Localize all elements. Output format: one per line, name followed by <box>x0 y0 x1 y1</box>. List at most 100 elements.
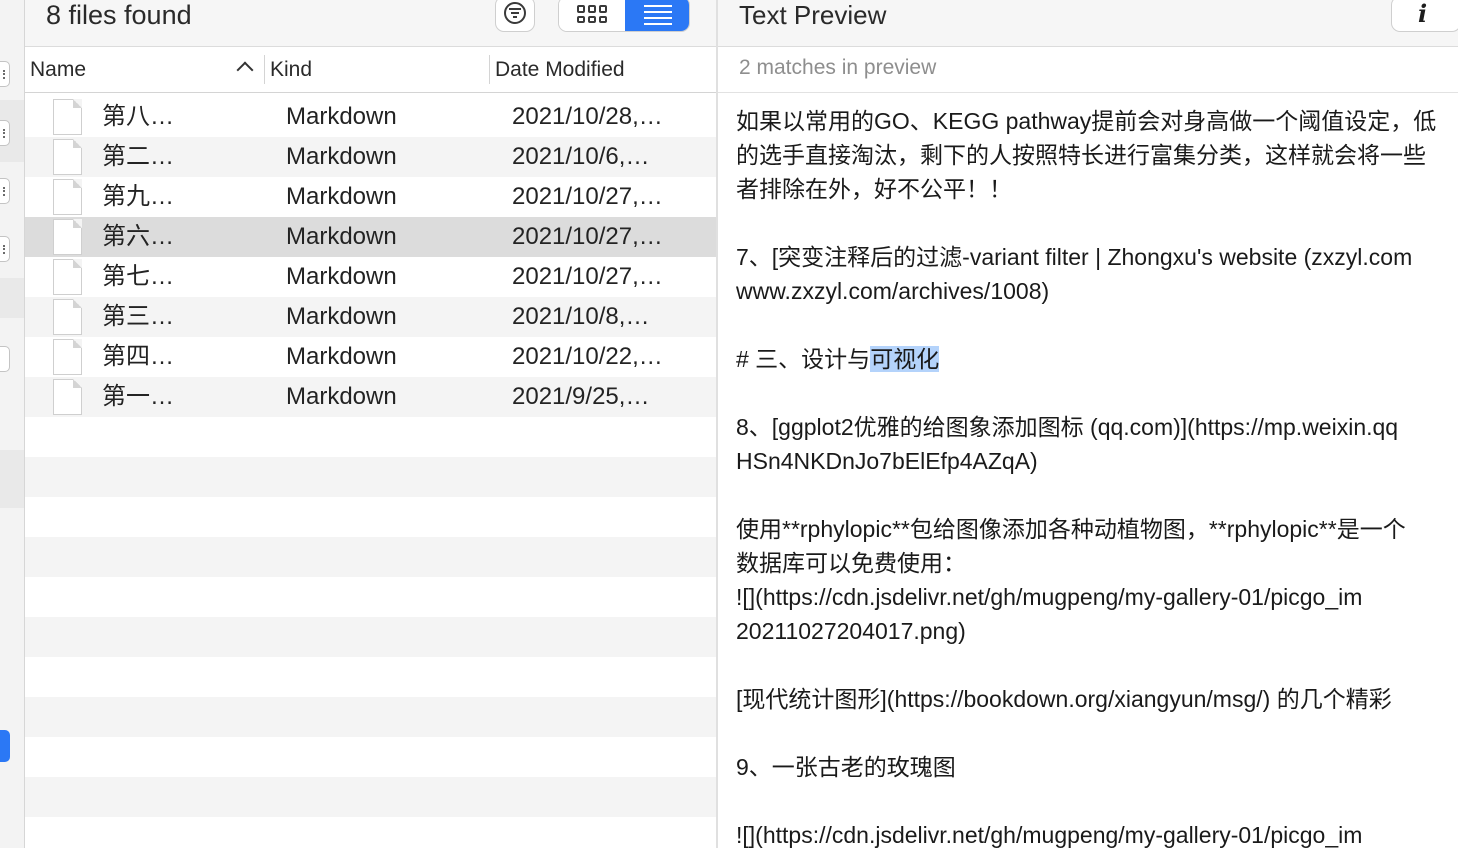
file-name: 第一… <box>102 383 174 410</box>
empty-row <box>25 817 717 848</box>
files-found-count: 8 files found <box>46 0 192 30</box>
file-date-modified: 2021/10/27,… <box>512 263 663 290</box>
preview-line: ![](https://cdn.jsdelivr.net/gh/mugpeng/… <box>736 584 1363 610</box>
match-count: 2 matches in preview <box>739 56 937 79</box>
file-date-modified: 2021/10/22,… <box>512 343 663 370</box>
sidebar-toggle-button[interactable] <box>0 61 10 87</box>
sidebar-toggle-button[interactable] <box>0 120 10 146</box>
preview-heading-line: # 三、设计与可视化 <box>736 342 1458 376</box>
preview-toolbar: Text Preview i <box>718 0 1458 47</box>
column-header-name[interactable]: Name <box>30 47 230 92</box>
file-row-selected[interactable]: 第六… Markdown 2021/10/27,… <box>25 217 717 257</box>
markdown-document-icon <box>53 219 82 255</box>
preview-line: 9、一张古老的玫瑰图 <box>736 754 956 780</box>
preview-line: [现代统计图形](https://bookdown.org/xiangyun/m… <box>736 686 1392 712</box>
file-row[interactable]: 第四… Markdown 2021/10/22,… <box>25 337 717 377</box>
list-view-button[interactable] <box>625 0 689 31</box>
file-kind: Markdown <box>286 263 397 290</box>
file-name: 第八… <box>102 103 174 130</box>
sidebar-band <box>0 450 24 508</box>
preview-line: 数据库可以免费使用： <box>736 550 966 576</box>
file-name: 第二… <box>102 143 174 170</box>
column-header-date-modified[interactable]: Date Modified <box>495 47 715 92</box>
match-bar: 2 matches in preview <box>718 47 1458 93</box>
preview-line: 如果以常用的GO、KEGG pathway提前会对身高做一个阈值设定，低 <box>736 108 1437 134</box>
preview-line: www.zxzyl.com/archives/1008) <box>736 278 1050 304</box>
left-sidebar-strip <box>0 0 25 848</box>
file-row[interactable]: 第七… Markdown 2021/10/27,… <box>25 257 717 297</box>
column-header-kind[interactable]: Kind <box>270 47 470 92</box>
markdown-document-icon <box>53 179 82 215</box>
file-date-modified: 2021/10/6,… <box>512 143 650 170</box>
file-row[interactable]: 第三… Markdown 2021/10/8,… <box>25 297 717 337</box>
preview-text[interactable]: 如果以常用的GO、KEGG pathway提前会对身高做一个阈值设定，低 的选手… <box>736 104 1458 848</box>
file-date-modified: 2021/10/27,… <box>512 223 663 250</box>
preview-line: 7、[突变注释后的过滤-variant filter | Zhongxu's w… <box>736 244 1413 270</box>
markdown-document-icon <box>53 299 82 335</box>
file-name: 第四… <box>102 343 174 370</box>
markdown-document-icon <box>53 379 82 415</box>
column-divider[interactable] <box>264 55 265 84</box>
icon-grid-view-icon <box>577 5 607 23</box>
file-kind: Markdown <box>286 343 397 370</box>
file-name: 第六… <box>102 223 174 250</box>
file-row[interactable]: 第二… Markdown 2021/10/6,… <box>25 137 717 177</box>
column-divider[interactable] <box>489 55 490 84</box>
file-name: 第三… <box>102 303 174 330</box>
file-kind: Markdown <box>286 103 397 130</box>
markdown-document-icon <box>53 259 82 295</box>
empty-row <box>25 697 717 737</box>
sort-ascending-chevron-icon[interactable] <box>236 61 254 79</box>
filter-button[interactable] <box>495 0 535 32</box>
markdown-document-icon <box>53 339 82 375</box>
empty-row <box>25 657 717 697</box>
empty-row <box>25 457 717 497</box>
sidebar-active-button[interactable] <box>0 730 10 762</box>
empty-row <box>25 417 717 457</box>
empty-row <box>25 537 717 577</box>
file-date-modified: 2021/10/28,… <box>512 103 663 130</box>
preview-title: Text Preview <box>739 0 887 30</box>
file-name: 第七… <box>102 263 174 290</box>
file-name: 第九… <box>102 183 174 210</box>
preview-line: ![](https://cdn.jsdelivr.net/gh/mugpeng/… <box>736 822 1363 848</box>
sidebar-toggle-button[interactable] <box>0 236 10 262</box>
results-pane: 8 files found Name Kind Date Modified 第八… <box>25 0 717 848</box>
preview-line: HSn4NKDnJo7bElEfp4AZqA) <box>736 448 1038 474</box>
sidebar-band <box>0 278 24 318</box>
icon-view-button[interactable] <box>559 0 625 31</box>
sidebar-toggle-button[interactable] <box>0 346 10 372</box>
file-date-modified: 2021/9/25,… <box>512 383 650 410</box>
markdown-document-icon <box>53 99 82 135</box>
search-match-highlight: 可视化 <box>870 346 940 372</box>
file-row[interactable]: 第八… Markdown 2021/10/28,… <box>25 97 717 137</box>
text-preview-pane: Text Preview i 2 matches in preview 如果以常… <box>718 0 1458 848</box>
empty-row <box>25 617 717 657</box>
empty-row <box>25 577 717 617</box>
file-date-modified: 2021/10/8,… <box>512 303 650 330</box>
view-mode-segmented-control <box>558 0 690 32</box>
file-row[interactable]: 第一… Markdown 2021/9/25,… <box>25 377 717 417</box>
file-kind: Markdown <box>286 303 397 330</box>
markdown-document-icon <box>53 139 82 175</box>
results-toolbar: 8 files found <box>25 0 717 47</box>
file-list: 第八… Markdown 2021/10/28,… 第二… Markdown 2… <box>25 97 717 848</box>
file-date-modified: 2021/10/27,… <box>512 183 663 210</box>
info-button[interactable]: i <box>1391 0 1458 32</box>
preview-line: 20211027204017.png) <box>736 618 966 644</box>
sidebar-toggle-button[interactable] <box>0 178 10 204</box>
heading-text: # 三、设计与 <box>736 346 871 372</box>
file-kind: Markdown <box>286 223 397 250</box>
file-row[interactable]: 第九… Markdown 2021/10/27,… <box>25 177 717 217</box>
preview-line: 8、[ggplot2优雅的给图象添加图标 (qq.com)](https://m… <box>736 414 1399 440</box>
file-kind: Markdown <box>286 383 397 410</box>
finder-search-window: 8 files found Name Kind Date Modified 第八… <box>0 0 1458 848</box>
filter-circle-icon <box>504 2 526 24</box>
list-view-icon <box>644 4 672 25</box>
preview-line: 者排除在外，好不公平！！ <box>736 176 1012 202</box>
